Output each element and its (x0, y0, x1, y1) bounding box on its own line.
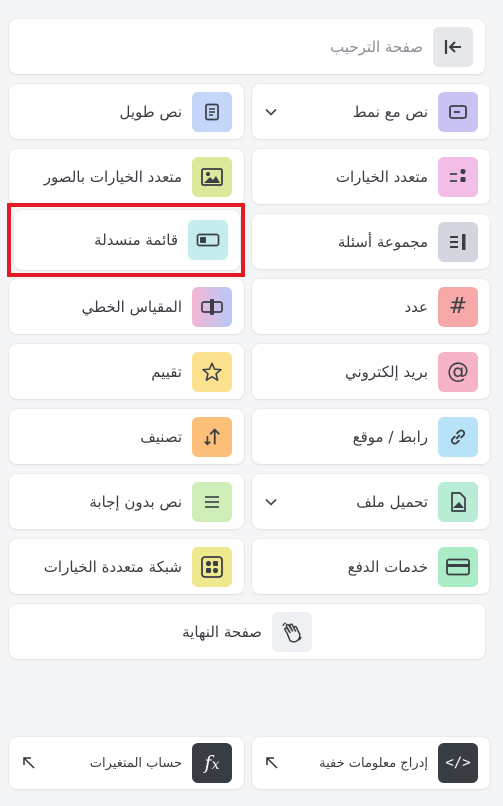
number-button[interactable]: # عدد (252, 279, 490, 334)
link-button[interactable]: رابط / موقع (252, 409, 490, 464)
link-icon (438, 416, 478, 457)
payment-button[interactable]: خدمات الدفع (252, 539, 490, 594)
patterned-text-button[interactable]: نص مع نمط (252, 84, 490, 139)
arrow-up-left-icon (264, 755, 280, 771)
group-icon (438, 221, 478, 262)
file-icon (438, 481, 478, 522)
matrix-button[interactable]: شبكة متعددة الخيارات (9, 539, 244, 594)
file-upload-button[interactable]: تحميل ملف (252, 474, 490, 529)
email-button[interactable]: @ بريد إلكتروني (252, 344, 490, 399)
image-icon (192, 156, 232, 197)
chevron-down-icon[interactable] (264, 105, 278, 119)
calculator-label: حساب المتغيرات (89, 755, 182, 771)
chevron-down-icon[interactable] (264, 495, 278, 509)
end-screen-label: صفحة النهاية (182, 622, 262, 641)
function-icon: fx (192, 743, 232, 783)
dropdown-label: قائمة منسدلة (94, 231, 178, 249)
code-icon: </> (438, 743, 478, 783)
rating-button[interactable]: تقييم (9, 344, 244, 399)
welcome-screen-label: صفحة الترحيب (330, 37, 423, 56)
arrow-up-left-icon (21, 755, 37, 771)
question-group-label: مجموعة أسئلة (337, 232, 428, 251)
lines-icon (192, 481, 232, 522)
number-label: عدد (404, 297, 428, 316)
patterned-text-label: نص مع نمط (352, 102, 428, 121)
payment-label: خدمات الدفع (347, 557, 428, 576)
input-box-icon (438, 91, 478, 132)
multiple-choice-label: متعدد الخيارات (335, 167, 428, 186)
star-icon (192, 351, 232, 392)
linear-scale-label: المقياس الخطي (81, 297, 182, 316)
multiple-choice-button[interactable]: متعدد الخيارات (252, 149, 490, 204)
question-group-button[interactable]: مجموعة أسئلة (252, 214, 490, 269)
link-label: رابط / موقع (352, 427, 428, 446)
hidden-fields-label: إدراج معلومات خفية (319, 755, 428, 771)
hash-icon: # (438, 286, 478, 327)
dropdown-icon (188, 220, 228, 260)
options-icon (438, 156, 478, 197)
long-text-label: نص طويل (119, 102, 182, 121)
sort-arrows-icon (192, 416, 232, 457)
collapse-left-icon (433, 26, 473, 67)
statement-label: نص بدون إجابة (89, 492, 182, 511)
welcome-screen-button[interactable]: صفحة الترحيب (9, 19, 485, 74)
long-text-button[interactable]: نص طويل (9, 84, 244, 139)
credit-card-icon (438, 546, 478, 587)
email-label: بريد إلكتروني (344, 362, 428, 381)
statement-button[interactable]: نص بدون إجابة (9, 474, 244, 529)
ranking-button[interactable]: تصنيف (9, 409, 244, 464)
dropdown-button[interactable]: قائمة منسدلة (14, 210, 240, 270)
matrix-label: شبكة متعددة الخيارات (43, 557, 182, 576)
wave-hand-icon (271, 611, 312, 652)
image-choice-label: متعدد الخيارات بالصور (43, 167, 182, 186)
file-upload-label: تحميل ملف (356, 492, 428, 511)
document-icon (192, 91, 232, 132)
rating-label: تقييم (151, 362, 182, 381)
slider-icon (192, 286, 232, 327)
hidden-fields-button[interactable]: </> إدراج معلومات خفية (252, 737, 490, 789)
calculator-button[interactable]: fx حساب المتغيرات (9, 737, 244, 789)
grid-icon (192, 546, 232, 587)
at-sign-icon: @ (438, 351, 478, 392)
ranking-label: تصنيف (140, 427, 182, 446)
linear-scale-button[interactable]: المقياس الخطي (9, 279, 244, 334)
end-screen-button[interactable]: صفحة النهاية (9, 604, 485, 659)
image-choice-button[interactable]: متعدد الخيارات بالصور (9, 149, 244, 204)
